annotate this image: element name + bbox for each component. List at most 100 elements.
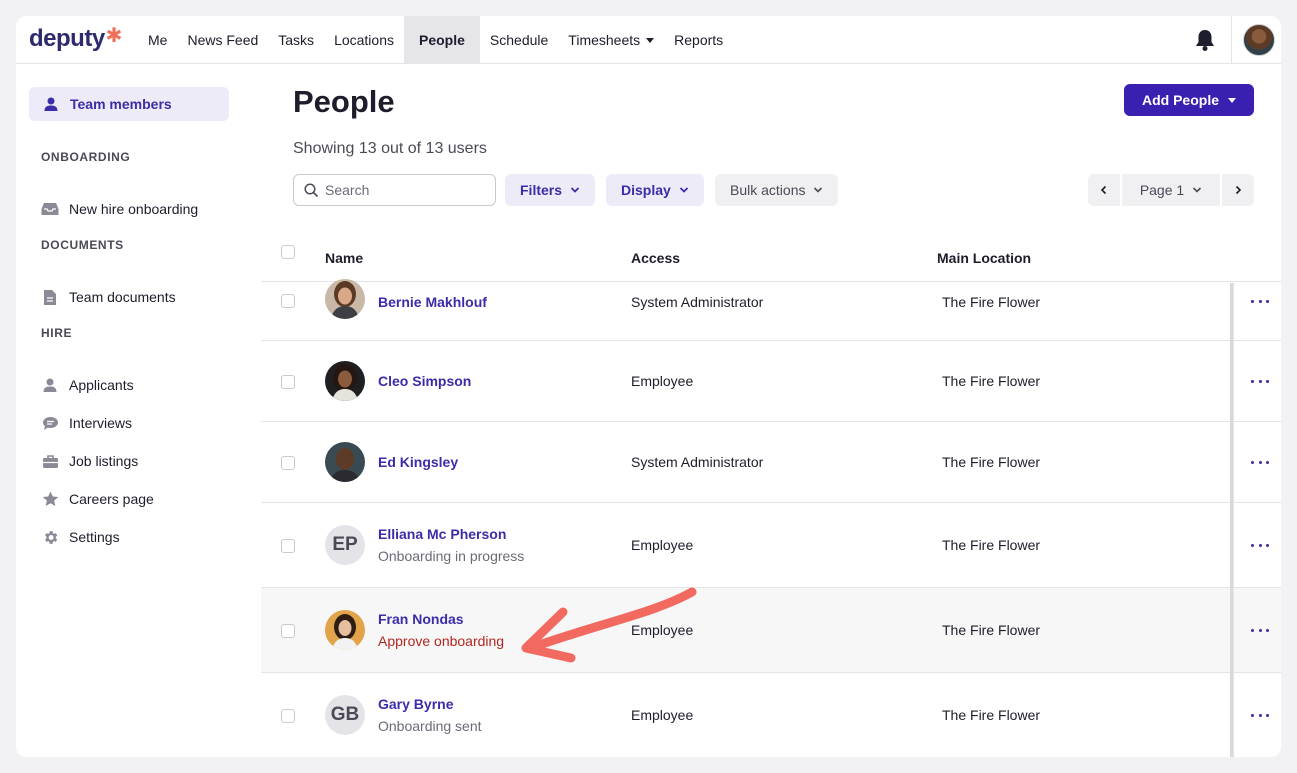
table-row[interactable]: Fran Nondas Approve onboarding Employee …: [261, 588, 1281, 673]
search-input[interactable]: [325, 182, 485, 198]
nav-label: Locations: [334, 32, 394, 48]
nav-item-locations[interactable]: Locations: [324, 16, 404, 64]
row-actions-button[interactable]: [1251, 375, 1269, 387]
table-body: Bernie Makhlouf System Administrator The…: [261, 279, 1281, 757]
inbox-icon: [41, 200, 59, 218]
table-row[interactable]: Cleo Simpson Employee The Fire Flower: [261, 341, 1281, 422]
nav-divider: [1231, 16, 1232, 64]
sidebar-item-label: New hire onboarding: [69, 201, 199, 217]
nav-item-timesheets[interactable]: Timesheets: [558, 16, 664, 64]
sidebar-item-label: Team documents: [69, 289, 176, 305]
chat-icon: [41, 414, 59, 432]
prev-page-button[interactable]: [1088, 174, 1120, 206]
nav-item-me[interactable]: Me: [138, 16, 177, 64]
person-name-link[interactable]: Elliana Mc Pherson: [378, 526, 506, 542]
main-location: The Fire Flower: [942, 294, 1041, 310]
add-people-label: Add People: [1141, 92, 1219, 108]
sidebar-item-settings[interactable]: Settings: [41, 525, 120, 549]
filters-label: Filters: [520, 182, 563, 198]
dot-icon: [1251, 628, 1254, 632]
select-all-checkbox[interactable]: [281, 245, 295, 259]
sidebar-item-careers-page[interactable]: Careers page: [41, 487, 154, 511]
main-location: The Fire Flower: [942, 622, 1041, 638]
sidebar-item-team-members[interactable]: Team members: [29, 87, 229, 121]
main-location: The Fire Flower: [942, 707, 1041, 723]
gear-icon: [41, 528, 59, 546]
dot-icon: [1251, 713, 1254, 717]
person-name-link[interactable]: Cleo Simpson: [378, 373, 471, 389]
bulk-actions-button[interactable]: Bulk actions: [715, 174, 839, 206]
sidebar-item-job-listings[interactable]: Job listings: [41, 449, 138, 473]
approve-onboarding-link[interactable]: Approve onboarding: [378, 633, 504, 649]
avatar: [325, 442, 365, 482]
app-window: deputy ✱ Me News Feed Tasks Locations Peo…: [16, 16, 1281, 757]
sidebar-item-applicants[interactable]: Applicants: [41, 373, 134, 397]
person-name-link[interactable]: Bernie Makhlouf: [378, 294, 487, 310]
table-row[interactable]: GB Gary Byrne Onboarding sent Employee T…: [261, 673, 1281, 757]
sidebar-item-label: Job listings: [69, 453, 139, 469]
nav-item-people[interactable]: People: [404, 16, 480, 64]
avatar: [325, 279, 365, 319]
next-page-button[interactable]: [1222, 174, 1254, 206]
user-avatar[interactable]: [1243, 24, 1275, 56]
row-actions-button[interactable]: [1251, 456, 1269, 468]
document-icon: [41, 288, 59, 306]
nav-label: News Feed: [187, 32, 259, 48]
person-name-link[interactable]: Fran Nondas: [378, 611, 464, 627]
nav-item-tasks[interactable]: Tasks: [268, 16, 324, 64]
nav-label: Timesheets: [568, 32, 641, 48]
dot-icon: [1258, 299, 1262, 303]
row-actions-button[interactable]: [1251, 295, 1269, 307]
sidebar-item-label: Team members: [70, 96, 172, 112]
person-name-link[interactable]: Ed Kingsley: [378, 454, 458, 470]
row-checkbox[interactable]: [281, 375, 295, 389]
person-icon: [42, 95, 60, 113]
display-button[interactable]: Display: [606, 174, 704, 206]
caret-down-icon: [646, 37, 655, 43]
access-level: System Administrator: [631, 454, 764, 470]
row-actions-button[interactable]: [1251, 539, 1269, 551]
table-row[interactable]: EP Elliana Mc Pherson Onboarding in prog…: [261, 503, 1281, 588]
page-select[interactable]: Page 1: [1122, 174, 1220, 206]
row-checkbox[interactable]: [281, 294, 295, 308]
nav-label: Reports: [674, 32, 724, 48]
table-header: Name Access Main Location: [261, 234, 1281, 282]
nav-item-reports[interactable]: Reports: [664, 16, 733, 64]
filters-button[interactable]: Filters: [505, 174, 596, 206]
main-location: The Fire Flower: [942, 537, 1041, 553]
sidebar-item-label: Careers page: [69, 491, 154, 507]
person-name-link[interactable]: Gary Byrne: [378, 696, 453, 712]
dot-icon: [1251, 379, 1254, 383]
sidebar-item-team-documents[interactable]: Team documents: [41, 285, 176, 309]
display-label: Display: [621, 182, 671, 198]
row-checkbox[interactable]: [281, 624, 295, 638]
nav-item-news-feed[interactable]: News Feed: [177, 16, 268, 64]
table-row[interactable]: Bernie Makhlouf System Administrator The…: [261, 279, 1281, 341]
logo-mark-icon: ✱: [105, 24, 123, 47]
briefcase-icon: [41, 452, 59, 470]
chevron-down-icon: [1193, 187, 1202, 193]
dot-icon: [1251, 299, 1254, 303]
section-heading-documents: DOCUMENTS: [41, 238, 124, 252]
sidebar-item-new-hire-onboarding[interactable]: New hire onboarding: [41, 197, 198, 221]
row-actions-button[interactable]: [1251, 624, 1269, 636]
bell-icon[interactable]: [1194, 28, 1216, 52]
row-checkbox[interactable]: [281, 456, 295, 470]
column-header-name: Name: [325, 250, 364, 266]
access-level: Employee: [631, 707, 694, 723]
top-navigation: deputy ✱ Me News Feed Tasks Locations Peo…: [16, 16, 1281, 64]
row-checkbox[interactable]: [281, 709, 295, 723]
deputy-logo[interactable]: deputy ✱: [29, 25, 122, 53]
row-checkbox[interactable]: [281, 539, 295, 553]
sidebar-item-interviews[interactable]: Interviews: [41, 411, 132, 435]
nav-item-schedule[interactable]: Schedule: [480, 16, 558, 64]
star-icon: [41, 490, 59, 508]
add-people-button[interactable]: Add People: [1124, 84, 1254, 116]
row-actions-button[interactable]: [1251, 709, 1269, 721]
chevron-down-icon: [570, 187, 580, 193]
search-box[interactable]: [293, 174, 496, 206]
table-row[interactable]: Ed Kingsley System Administrator The Fir…: [261, 422, 1281, 503]
dot-icon: [1266, 379, 1269, 383]
chevron-down-icon: [814, 187, 823, 193]
column-header-main-location: Main Location: [937, 250, 1032, 266]
